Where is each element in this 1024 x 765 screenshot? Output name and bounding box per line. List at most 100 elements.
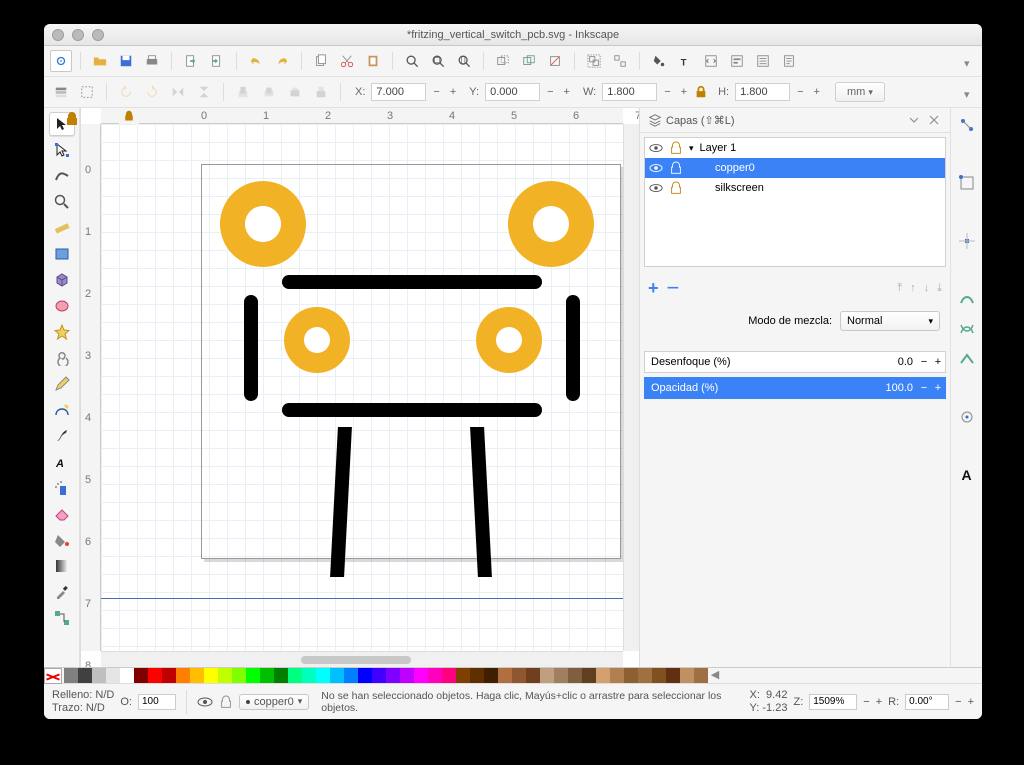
x-input[interactable] [371, 83, 426, 101]
color-swatch[interactable] [582, 668, 596, 684]
h-plus-button[interactable]: + [811, 86, 823, 98]
snap-intersection-button[interactable] [956, 318, 978, 340]
rot-minus-button[interactable]: − [955, 696, 961, 708]
expand-icon[interactable]: ▾ [689, 143, 694, 154]
color-swatch[interactable] [204, 668, 218, 684]
color-swatch[interactable] [540, 668, 554, 684]
clone-button[interactable] [518, 50, 540, 72]
color-swatch[interactable] [372, 668, 386, 684]
bezier-tool[interactable] [49, 398, 75, 422]
zoom-plus-button[interactable]: + [876, 696, 882, 708]
panel-close-button[interactable] [926, 112, 942, 128]
snap-path-button[interactable] [956, 288, 978, 310]
redo-button[interactable] [271, 50, 293, 72]
connector-tool[interactable] [49, 606, 75, 630]
layer-up-button[interactable]: ↑ [910, 282, 916, 294]
layer-row[interactable]: silkscreen [645, 178, 945, 198]
layer-down-button[interactable]: ↓ [924, 282, 930, 294]
tweak-tool[interactable] [49, 164, 75, 188]
cut-button[interactable] [336, 50, 358, 72]
w-input[interactable] [602, 83, 657, 101]
color-swatch[interactable] [610, 668, 624, 684]
color-swatch[interactable] [106, 668, 120, 684]
open-button[interactable] [89, 50, 111, 72]
palette-scroll-button[interactable]: ◀ [708, 668, 722, 683]
unit-selector[interactable]: mm ▾ [835, 82, 885, 102]
color-swatch[interactable] [358, 668, 372, 684]
star-tool[interactable] [49, 320, 75, 344]
pencil-tool[interactable] [49, 372, 75, 396]
color-swatch[interactable] [162, 668, 176, 684]
lock-icon[interactable] [669, 161, 683, 175]
fill-stroke-dialog-button[interactable] [648, 50, 670, 72]
color-swatch[interactable] [260, 668, 274, 684]
measure-tool[interactable] [49, 216, 75, 240]
rotate-cw-button[interactable] [141, 81, 163, 103]
color-swatch[interactable] [218, 668, 232, 684]
export-button[interactable] [206, 50, 228, 72]
flip-h-button[interactable] [167, 81, 189, 103]
snap-text-button[interactable]: A [956, 464, 978, 486]
layer-row[interactable]: copper0 [645, 158, 945, 178]
zoom-selection-button[interactable] [401, 50, 423, 72]
color-swatch[interactable] [246, 668, 260, 684]
color-swatch[interactable] [568, 668, 582, 684]
color-swatch[interactable] [414, 668, 428, 684]
color-swatch[interactable] [316, 668, 330, 684]
color-swatch[interactable] [680, 668, 694, 684]
color-swatch[interactable] [92, 668, 106, 684]
lock-icon[interactable] [669, 181, 683, 195]
preferences-button[interactable] [752, 50, 774, 72]
color-swatch[interactable] [288, 668, 302, 684]
snap-bbox-button[interactable] [956, 172, 978, 194]
color-swatch[interactable] [596, 668, 610, 684]
ungroup-button[interactable] [609, 50, 631, 72]
controls-overflow-button[interactable]: ▾ [964, 88, 972, 96]
new-doc-button[interactable] [50, 50, 72, 72]
w-minus-button[interactable]: − [661, 86, 673, 98]
ellipse-tool[interactable] [49, 294, 75, 318]
color-swatch[interactable] [442, 668, 456, 684]
rotate-ccw-button[interactable] [115, 81, 137, 103]
flip-v-button[interactable] [193, 81, 215, 103]
color-swatch[interactable] [344, 668, 358, 684]
no-fill-swatch[interactable] [44, 668, 62, 684]
layer-bottom-button[interactable]: ⤓ [937, 282, 942, 295]
text-tool[interactable]: A [49, 450, 75, 474]
x-plus-button[interactable]: + [447, 86, 459, 98]
color-swatch[interactable] [666, 668, 680, 684]
color-swatch[interactable] [148, 668, 162, 684]
color-swatch[interactable] [554, 668, 568, 684]
copy-button[interactable] [310, 50, 332, 72]
add-layer-button[interactable]: + [648, 278, 659, 299]
color-swatch[interactable] [190, 668, 204, 684]
document-properties-button[interactable] [778, 50, 800, 72]
layer-lock-icon[interactable] [219, 695, 233, 709]
color-swatch[interactable] [498, 668, 512, 684]
unlink-clone-button[interactable] [544, 50, 566, 72]
status-layer-selector[interactable]: copper0▾ [239, 694, 309, 710]
spray-tool[interactable] [49, 476, 75, 500]
color-swatch[interactable] [386, 668, 400, 684]
layer-row[interactable]: ▾ Layer 1 [645, 138, 945, 158]
align-dialog-button[interactable] [726, 50, 748, 72]
calligraphy-tool[interactable] [49, 424, 75, 448]
blur-value[interactable]: 0.0 [881, 356, 917, 368]
box3d-tool[interactable] [49, 268, 75, 292]
zoom-page-button[interactable] [453, 50, 475, 72]
select-all-layers-button[interactable] [50, 81, 72, 103]
minimize-window-button[interactable] [72, 29, 84, 41]
lower-button[interactable] [284, 81, 306, 103]
toolbar-overflow-button[interactable]: ▾ [964, 57, 972, 65]
scrollbar-vertical[interactable] [623, 124, 639, 651]
zoom-drawing-button[interactable] [427, 50, 449, 72]
titlebar[interactable]: *fritzing_vertical_switch_pcb.svg - Inks… [44, 24, 982, 46]
h-minus-button[interactable]: − [794, 86, 806, 98]
h-input[interactable] [735, 83, 790, 101]
status-opacity-input[interactable] [138, 694, 176, 710]
color-swatch[interactable] [134, 668, 148, 684]
group-button[interactable] [583, 50, 605, 72]
color-swatch[interactable] [400, 668, 414, 684]
rot-plus-button[interactable]: + [968, 696, 974, 708]
blur-minus-button[interactable]: − [917, 356, 931, 368]
